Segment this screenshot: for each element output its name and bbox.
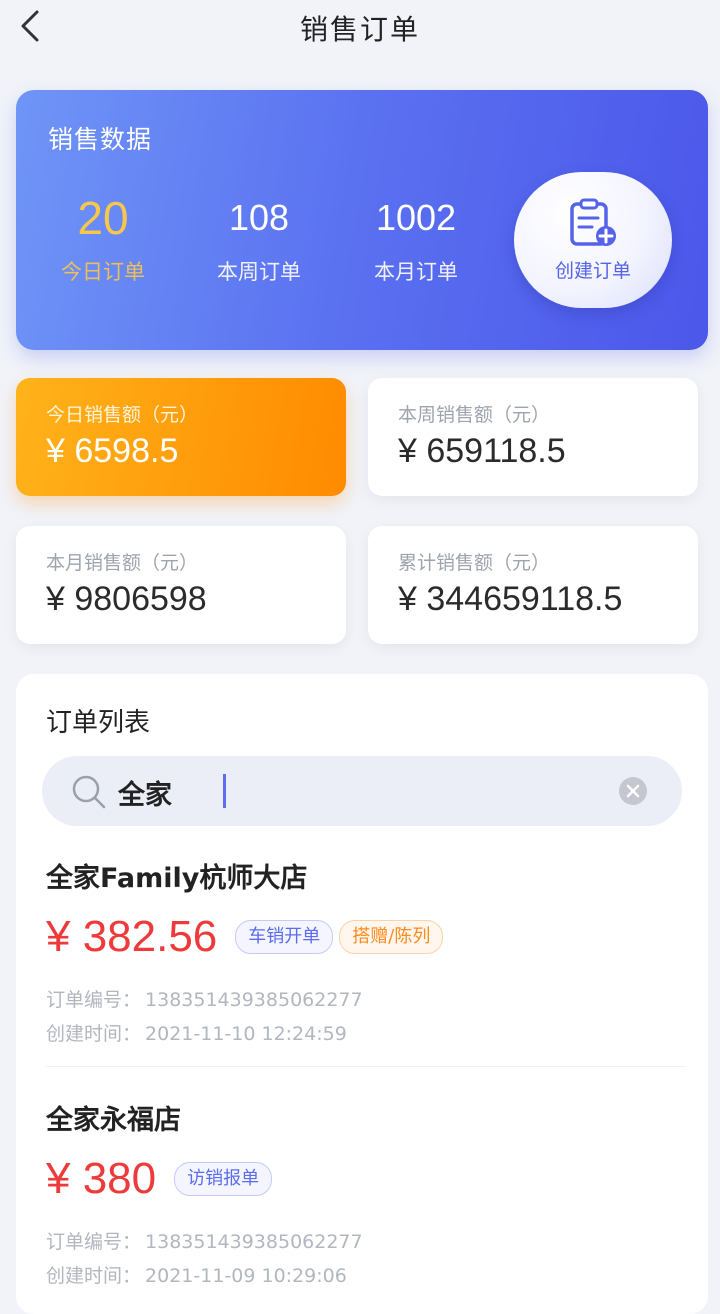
nav-bar: 销售订单: [0, 0, 720, 56]
search-bar[interactable]: 全家: [42, 756, 682, 826]
search-icon: [72, 775, 106, 809]
stat-week-orders[interactable]: 108 本周订单: [184, 188, 334, 286]
amount-label: 今日销售额（元）: [46, 404, 199, 426]
order-price-row: ¥ 382.56 车销开单 搭赠/陈列: [46, 909, 686, 965]
stat-month-orders[interactable]: 1002 本月订单: [341, 188, 491, 286]
amount-value: ¥ 6598.5: [46, 432, 179, 470]
amount-label: 累计销售额（元）: [398, 552, 551, 574]
clipboard-add-icon: [570, 198, 616, 246]
create-order-button[interactable]: 创建订单: [514, 172, 672, 308]
order-number-row: 订单编号： 138351439385062277: [46, 1225, 686, 1259]
order-price: ¥ 380: [46, 1154, 157, 1203]
amount-label: 本月销售额（元）: [46, 552, 199, 574]
order-created-row: 创建时间： 2021-11-10 12:24:59: [46, 1017, 686, 1051]
stat-label: 本周订单: [217, 260, 301, 284]
amount-value: ¥ 9806598: [46, 580, 207, 618]
order-list-title: 订单列表: [46, 708, 151, 738]
order-store-name: 全家Family杭师大店: [46, 863, 308, 894]
order-created-label: 创建时间：: [46, 1265, 142, 1287]
amount-value: ¥ 659118.5: [398, 432, 566, 470]
order-created-time: 2021-11-10 12:24:59: [145, 1023, 347, 1045]
order-created-time: 2021-11-09 10:29:06: [145, 1265, 347, 1287]
sales-data-title: 销售数据: [48, 125, 153, 154]
amount-card-week[interactable]: 本周销售额（元） ¥ 659118.5: [368, 378, 698, 496]
stat-today-orders[interactable]: 20 今日订单: [28, 188, 178, 286]
stat-value: 1002: [375, 197, 457, 238]
order-created-label: 创建时间：: [46, 1023, 142, 1045]
order-number: 138351439385062277: [145, 989, 363, 1011]
order-created-row: 创建时间： 2021-11-09 10:29:06: [46, 1259, 686, 1293]
amount-card-total[interactable]: 累计销售额（元） ¥ 344659118.5: [368, 526, 698, 644]
page-title: 销售订单: [299, 13, 420, 46]
stat-label: 今日订单: [61, 260, 145, 284]
stat-value: 108: [228, 197, 290, 238]
stat-value: 20: [77, 192, 129, 244]
clear-icon[interactable]: [618, 776, 648, 806]
amount-label: 本周销售额（元）: [398, 404, 551, 426]
order-item[interactable]: 全家永福店 ¥ 380 访销报单 订单编号： 138351439385062277…: [46, 1098, 686, 1293]
order-meta: 订单编号： 138351439385062277 创建时间： 2021-11-10 …: [46, 983, 686, 1051]
order-list-card: 订单列表 全家 全家Family杭师大店 ¥ 382.56 车销开单 搭赠/陈列…: [16, 674, 708, 1314]
amount-card-month[interactable]: 本月销售额（元） ¥ 9806598: [16, 526, 346, 644]
order-number: 138351439385062277: [145, 1231, 363, 1253]
divider: [46, 1066, 686, 1067]
order-price-row: ¥ 380 访销报单: [46, 1151, 686, 1207]
order-number-label: 订单编号：: [46, 1231, 142, 1253]
amount-card-today[interactable]: 今日销售额（元） ¥ 6598.5: [16, 378, 346, 496]
order-tag: 访销报单: [174, 1162, 273, 1196]
order-number-row: 订单编号： 138351439385062277: [46, 983, 686, 1017]
order-store-name: 全家永福店: [46, 1105, 181, 1136]
order-item[interactable]: 全家Family杭师大店 ¥ 382.56 车销开单 搭赠/陈列 订单编号： 13…: [46, 856, 686, 1051]
order-tag: 搭赠/陈列: [339, 920, 444, 954]
amount-value: ¥ 344659118.5: [398, 580, 623, 618]
sales-data-card: 销售数据 20 今日订单 108 本周订单 1002 本月订单 创建订单: [16, 90, 708, 350]
text-cursor: [223, 774, 226, 808]
order-meta: 订单编号： 138351439385062277 创建时间： 2021-11-09 …: [46, 1225, 686, 1293]
stat-label: 本月订单: [374, 260, 458, 284]
order-number-label: 订单编号：: [46, 989, 142, 1011]
order-tag: 车销开单: [235, 920, 334, 954]
search-input[interactable]: 全家: [118, 773, 172, 812]
order-price: ¥ 382.56: [46, 912, 218, 961]
create-order-label: 创建订单: [554, 260, 631, 282]
